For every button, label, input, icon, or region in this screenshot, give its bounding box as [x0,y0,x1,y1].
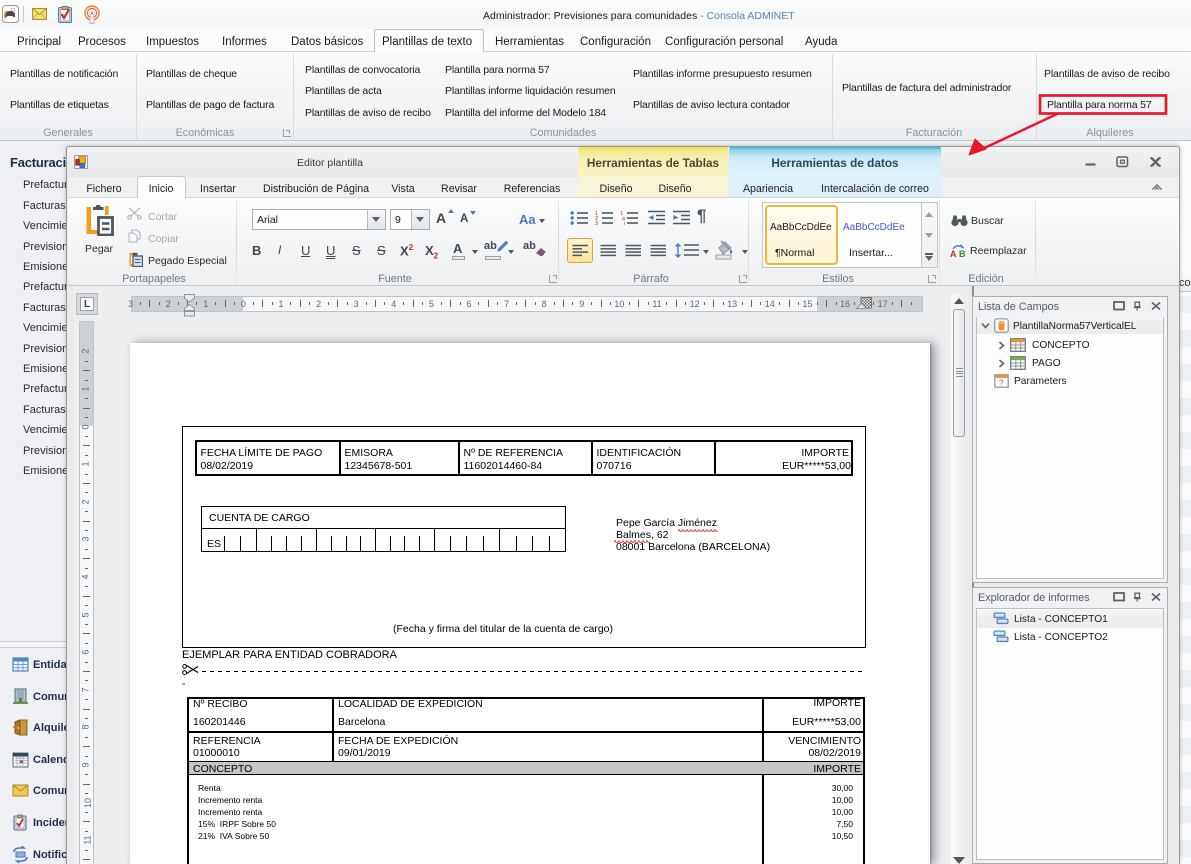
svg-text:i: i [624,221,625,225]
svg-text:3: 3 [595,221,598,225]
svg-text:?: ? [999,379,1004,388]
svg-text:A: A [950,249,957,258]
svg-text:B: B [959,249,966,258]
